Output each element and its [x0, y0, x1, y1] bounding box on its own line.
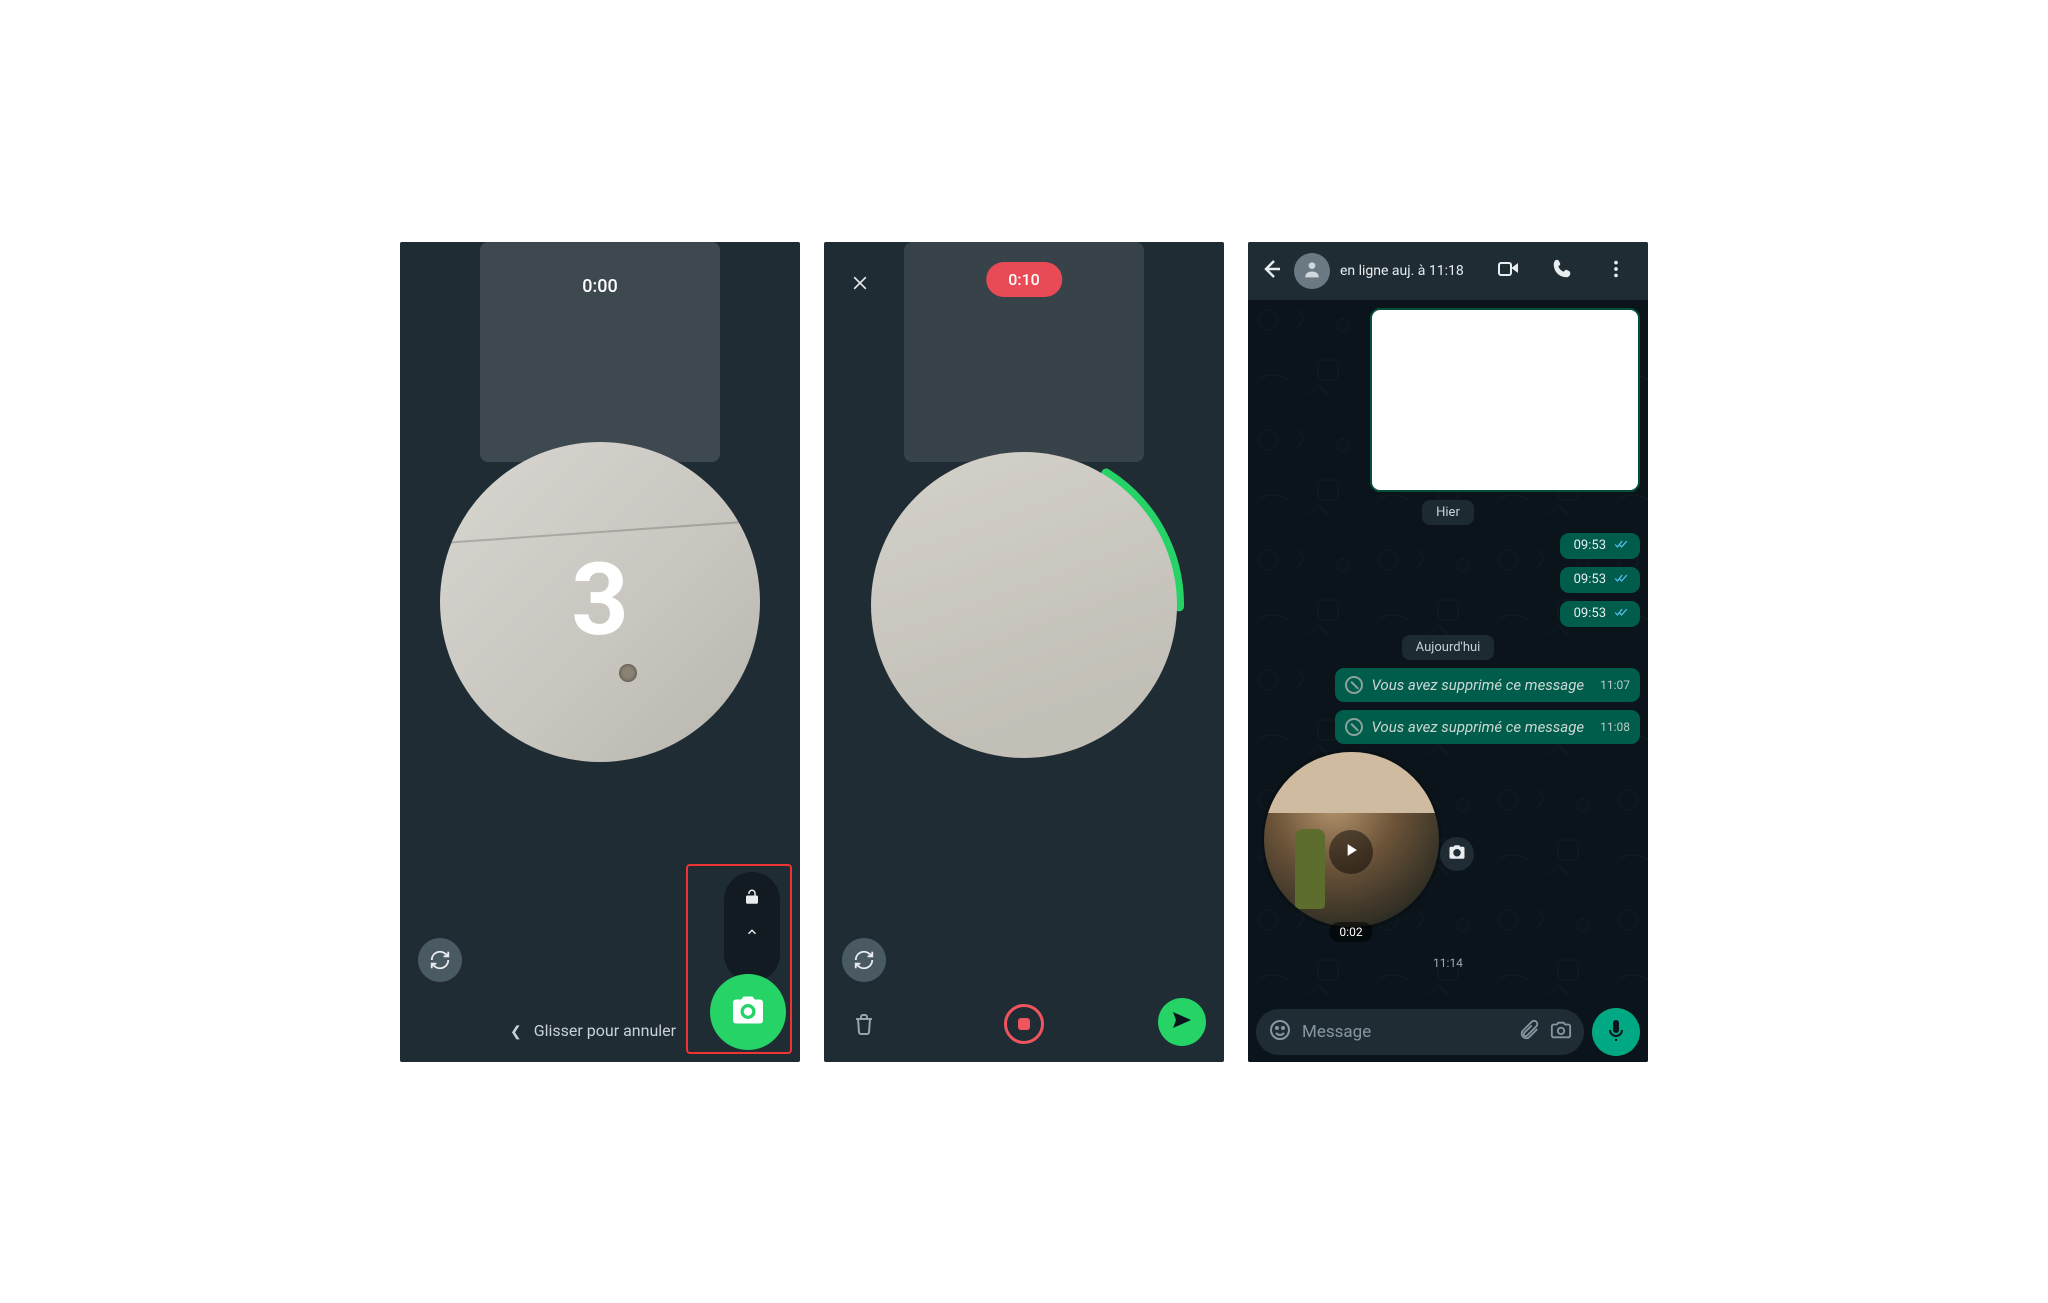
camera-icon[interactable] [1550, 1019, 1572, 1045]
message-time: 11:07 [1600, 678, 1630, 692]
deleted-message-text: Vous avez supprimé ce message [1371, 676, 1584, 694]
flip-camera-icon [429, 949, 451, 971]
close-icon [850, 273, 870, 299]
screen-chat: en ligne auj. à 11:18 [1248, 242, 1648, 1062]
mic-icon [1604, 1018, 1628, 1046]
slide-to-cancel-hint[interactable]: ❮ Glisser pour annuler [510, 1021, 676, 1040]
slide-up-lock-pill[interactable] [724, 872, 780, 982]
read-ticks-icon [1612, 571, 1630, 589]
message-time: 09:53 [1574, 538, 1606, 553]
emoji-icon[interactable] [1268, 1018, 1292, 1046]
recording-timer: 0:00 [400, 276, 800, 297]
contact-status[interactable]: en ligne auj. à 11:18 [1340, 263, 1476, 279]
video-icon [1496, 257, 1520, 285]
trash-icon [852, 1012, 876, 1040]
stop-icon [1018, 1018, 1030, 1030]
video-duration: 0:02 [1329, 922, 1372, 942]
deleted-message[interactable]: Vous avez supprimé ce message 11:07 [1335, 668, 1640, 702]
video-message-record-button[interactable] [710, 974, 786, 1050]
chat-header: en ligne auj. à 11:18 [1248, 242, 1648, 300]
camera-icon [1448, 843, 1466, 865]
attach-icon[interactable] [1518, 1019, 1540, 1045]
voice-record-button[interactable] [1592, 1008, 1640, 1056]
flip-camera-button[interactable] [842, 938, 886, 982]
chat-input-bar: Message [1248, 1002, 1648, 1062]
dimmed-chat-background [480, 242, 720, 462]
chevron-up-icon [745, 924, 759, 943]
delete-recording-button[interactable] [850, 1012, 878, 1040]
back-button[interactable] [1258, 257, 1284, 285]
prohibited-icon [1345, 718, 1363, 736]
video-message-type-badge [1440, 837, 1474, 871]
image-message[interactable] [1370, 308, 1640, 492]
close-button[interactable] [844, 270, 876, 302]
video-call-button[interactable] [1486, 257, 1530, 285]
recording-duration: 0:10 [1008, 270, 1040, 289]
play-button[interactable] [1329, 830, 1373, 874]
camera-preview-detail [619, 664, 637, 682]
more-options-button[interactable] [1594, 258, 1638, 284]
stop-recording-button[interactable] [1004, 1004, 1044, 1044]
message-time: 09:53 [1574, 572, 1606, 587]
flip-camera-icon [853, 949, 875, 971]
camera-preview-circle [871, 452, 1177, 758]
message-time: 09:53 [1574, 606, 1606, 621]
contact-avatar[interactable] [1294, 253, 1330, 289]
read-ticks-icon [1612, 605, 1630, 623]
play-icon [1341, 840, 1361, 864]
screen-recording-locked: 0:10 [824, 242, 1224, 1062]
voice-call-button[interactable] [1540, 258, 1584, 284]
kebab-icon [1605, 258, 1627, 284]
countdown-number: 3 [400, 542, 800, 659]
send-button[interactable] [1158, 998, 1206, 1046]
date-separator: Hier [1422, 500, 1474, 525]
message-input-placeholder: Message [1302, 1022, 1508, 1042]
camera-icon [730, 992, 766, 1032]
deleted-message[interactable]: Vous avez supprimé ce message 11:08 [1335, 710, 1640, 744]
chevron-left-icon: ❮ [510, 1024, 522, 1040]
slide-to-cancel-label: Glisser pour annuler [534, 1021, 676, 1040]
flip-camera-button[interactable] [418, 938, 462, 982]
chat-scroll-area[interactable]: Hier 09:53 09:53 09:53 [1248, 300, 1648, 1002]
prohibited-icon [1345, 676, 1363, 694]
send-icon [1170, 1008, 1194, 1036]
screen-recording-countdown: 0:00 3 ❮ Glisser pour annuler [400, 242, 800, 1062]
person-icon [1302, 259, 1322, 283]
message-input[interactable]: Message [1256, 1009, 1584, 1055]
video-message[interactable]: 0:02 [1256, 752, 1446, 952]
recording-duration-pill: 0:10 [986, 262, 1062, 297]
message-stub[interactable]: 09:53 [1560, 533, 1640, 559]
deleted-message-text: Vous avez supprimé ce message [1371, 718, 1584, 736]
lock-icon [743, 888, 761, 910]
date-separator: Aujourd'hui [1402, 635, 1495, 660]
message-stub[interactable]: 09:53 [1560, 567, 1640, 593]
recording-preview [859, 440, 1189, 770]
messages-column: Hier 09:53 09:53 09:53 [1248, 300, 1648, 1002]
arrow-left-icon [1259, 257, 1283, 285]
message-stub[interactable]: 09:53 [1560, 601, 1640, 627]
message-time: 11:08 [1600, 720, 1630, 734]
read-ticks-icon [1612, 537, 1630, 555]
phone-icon [1551, 258, 1573, 284]
message-time: 11:14 [1433, 956, 1463, 970]
